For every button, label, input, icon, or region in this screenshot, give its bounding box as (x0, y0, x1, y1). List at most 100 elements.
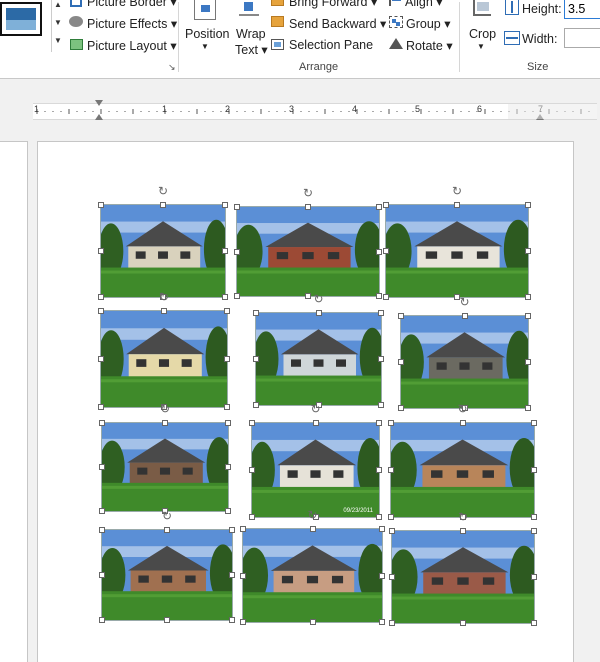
resize-handle[interactable] (249, 467, 255, 473)
resize-handle[interactable] (531, 514, 537, 520)
resize-handle[interactable] (459, 420, 466, 426)
resize-handle[interactable] (99, 508, 105, 514)
resize-handle[interactable] (253, 356, 259, 362)
gallery-scroll-control[interactable]: ▲ ▼ ▼ (51, 0, 64, 52)
resize-handle[interactable] (398, 313, 404, 319)
rotate-handle-icon[interactable]: ↻ (457, 403, 469, 415)
resize-handle[interactable] (224, 356, 230, 362)
resize-handle[interactable] (234, 248, 240, 255)
resize-handle[interactable] (229, 617, 235, 623)
resize-handle[interactable] (229, 572, 235, 578)
rotate-handle-icon[interactable]: ↻ (161, 510, 173, 522)
resize-handle[interactable] (376, 514, 382, 520)
resize-handle[interactable] (222, 294, 228, 300)
rotate-handle-icon[interactable]: ↻ (307, 509, 319, 521)
resize-handle[interactable] (222, 202, 228, 208)
resize-handle[interactable] (376, 467, 382, 473)
first-line-indent-marker[interactable] (95, 100, 103, 106)
rotate-handle-icon[interactable]: ↻ (157, 185, 169, 197)
resize-handle[interactable] (378, 356, 384, 362)
resize-handle[interactable] (525, 313, 531, 319)
rotate-handle-icon[interactable]: ↻ (451, 185, 463, 197)
resize-handle[interactable] (98, 248, 104, 254)
resize-handle[interactable] (99, 420, 105, 426)
gallery-up-icon[interactable]: ▲ (54, 0, 62, 9)
resize-handle[interactable] (225, 464, 231, 470)
rotate-handle-icon[interactable]: ↻ (158, 291, 170, 303)
resize-handle[interactable] (379, 526, 385, 532)
resize-handle[interactable] (531, 528, 537, 534)
house-photo-8[interactable]: 09/23/2011 (251, 422, 380, 518)
resize-handle[interactable] (531, 620, 537, 626)
resize-handle[interactable] (249, 514, 255, 520)
resize-handle[interactable] (162, 420, 168, 426)
resize-handle[interactable] (225, 508, 231, 514)
resize-handle[interactable] (531, 467, 537, 473)
resize-handle[interactable] (164, 617, 170, 623)
resize-handle[interactable] (389, 620, 395, 626)
resize-handle[interactable] (240, 526, 246, 532)
resize-handle[interactable] (389, 574, 395, 580)
gallery-down-icon[interactable]: ▼ (54, 18, 62, 27)
resize-handle[interactable] (305, 204, 311, 210)
resize-handle[interactable] (234, 293, 240, 299)
wrap-text-button[interactable]: Wrap (236, 27, 266, 41)
resize-handle[interactable] (388, 467, 394, 473)
resize-handle[interactable] (315, 310, 322, 316)
resize-handle[interactable] (229, 527, 235, 533)
resize-handle[interactable] (99, 572, 105, 578)
send-backward-button[interactable]: Send Backward ▾ (289, 16, 386, 31)
resize-handle[interactable] (376, 204, 382, 210)
resize-handle[interactable] (98, 356, 104, 362)
rotate-handle-icon[interactable]: ↻ (457, 511, 469, 523)
dialog-launcher-icon[interactable]: ↘ (168, 62, 176, 73)
resize-handle[interactable] (376, 293, 382, 299)
resize-handle[interactable] (98, 294, 104, 300)
rotate-handle-icon[interactable]: ↻ (310, 403, 322, 415)
resize-handle[interactable] (240, 572, 246, 579)
position-dropdown-icon[interactable]: ▼ (201, 42, 209, 51)
resize-handle[interactable] (383, 294, 389, 300)
house-photo-7[interactable] (101, 422, 229, 512)
resize-handle[interactable] (98, 404, 104, 410)
position-button[interactable]: Position (185, 27, 229, 41)
rotate-handle-icon[interactable]: ↻ (302, 187, 314, 199)
crop-dropdown-icon[interactable]: ▼ (477, 42, 485, 51)
resize-handle[interactable] (249, 420, 255, 426)
resize-handle[interactable] (388, 420, 394, 426)
resize-handle[interactable] (234, 204, 240, 210)
align-button[interactable]: Align ▾ (405, 0, 443, 9)
resize-handle[interactable] (224, 404, 230, 410)
resize-handle[interactable] (309, 619, 316, 625)
crop-button[interactable]: Crop (469, 27, 496, 41)
resize-handle[interactable] (160, 202, 166, 208)
resize-handle[interactable] (525, 294, 531, 300)
house-photo-10[interactable] (101, 529, 233, 621)
resize-handle[interactable] (525, 405, 531, 411)
resize-handle[interactable] (376, 420, 382, 426)
resize-handle[interactable] (525, 202, 531, 208)
resize-handle[interactable] (454, 202, 460, 208)
resize-handle[interactable] (98, 202, 104, 208)
resize-handle[interactable] (240, 619, 246, 625)
horizontal-ruler[interactable]: 1 1 2 3 4 5 6 7 (33, 100, 597, 120)
resize-handle[interactable] (378, 310, 384, 316)
house-photo-3[interactable] (385, 204, 529, 298)
resize-handle[interactable] (99, 464, 105, 470)
resize-handle[interactable] (531, 574, 537, 580)
resize-handle[interactable] (525, 248, 531, 254)
resize-handle[interactable] (253, 310, 259, 316)
group-button[interactable]: Group ▾ (406, 16, 451, 31)
rotate-handle-icon[interactable]: ↻ (459, 296, 471, 308)
resize-handle[interactable] (379, 619, 385, 625)
selection-pane-button[interactable]: Selection Pane (289, 38, 373, 52)
left-indent-marker[interactable] (95, 114, 103, 120)
resize-handle[interactable] (99, 527, 105, 533)
resize-handle[interactable] (383, 202, 389, 208)
house-photo-1[interactable] (100, 204, 226, 298)
resize-handle[interactable] (460, 528, 466, 534)
house-photo-12[interactable] (391, 530, 535, 624)
resize-handle[interactable] (309, 526, 316, 532)
picture-layout-button[interactable]: Picture Layout ▾ (87, 38, 177, 53)
resize-handle[interactable] (379, 572, 385, 579)
